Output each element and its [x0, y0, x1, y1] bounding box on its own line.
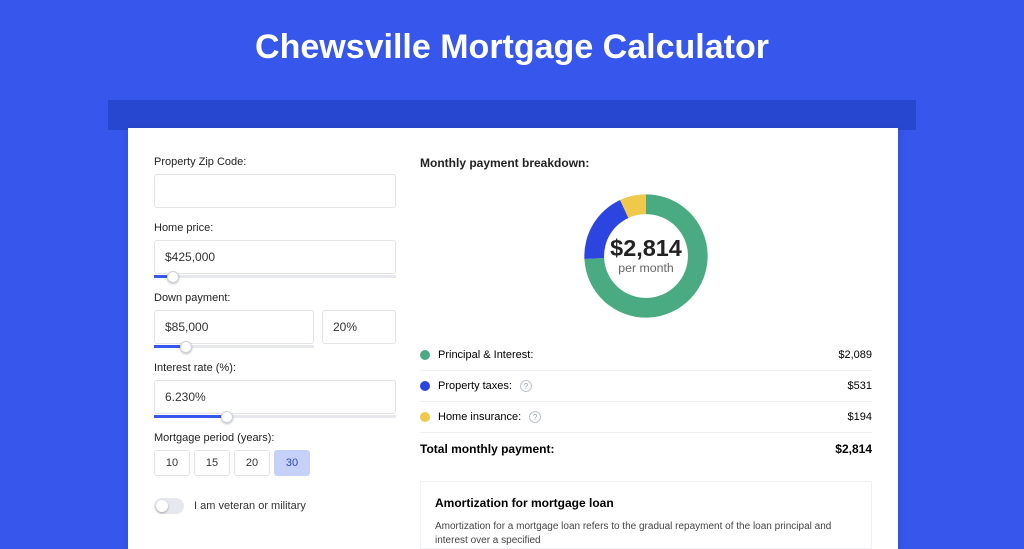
donut-center-amount: $2,814	[610, 235, 682, 261]
veteran-label: I am veteran or military	[194, 500, 306, 512]
slider-fill	[154, 415, 227, 418]
legend-value: $2,089	[838, 349, 872, 361]
legend-dot	[420, 350, 430, 360]
breakdown-column: Monthly payment breakdown: $2,814 per mo…	[420, 156, 872, 549]
legend-value: $194	[848, 411, 872, 423]
page-title: Chewsville Mortgage Calculator	[0, 0, 1024, 67]
amortization-card: Amortization for mortgage loan Amortizat…	[420, 481, 872, 549]
period-button-15[interactable]: 15	[194, 450, 230, 476]
total-row: Total monthly payment: $2,814	[420, 432, 872, 465]
breakdown-title: Monthly payment breakdown:	[420, 156, 872, 170]
total-label: Total monthly payment:	[420, 442, 554, 456]
slider-thumb[interactable]	[167, 271, 179, 283]
info-icon[interactable]: ?	[520, 380, 532, 392]
legend-label: Home insurance:	[438, 411, 521, 423]
zip-label: Property Zip Code:	[154, 156, 396, 168]
period-row: 10152030	[154, 450, 396, 476]
legend-label: Principal & Interest:	[438, 349, 533, 361]
donut-chart: $2,814 per month	[420, 182, 872, 330]
calculator-card: Property Zip Code: Home price: Down paym…	[128, 128, 898, 549]
slider-thumb[interactable]	[180, 341, 192, 353]
down-payment-input[interactable]	[154, 310, 314, 344]
down-payment-percent-input[interactable]	[322, 310, 396, 344]
legend: Principal & Interest: $2,089 Property taxe…	[420, 340, 872, 432]
legend-row: Home insurance:? $194	[420, 401, 872, 432]
slider-thumb[interactable]	[221, 411, 233, 423]
zip-input[interactable]	[154, 174, 396, 208]
total-value: $2,814	[835, 442, 872, 456]
home-price-label: Home price:	[154, 222, 396, 234]
period-button-20[interactable]: 20	[234, 450, 270, 476]
legend-label: Property taxes:	[438, 380, 512, 392]
amortization-title: Amortization for mortgage loan	[435, 496, 857, 510]
legend-row: Property taxes:? $531	[420, 370, 872, 401]
home-price-input[interactable]	[154, 240, 396, 274]
home-price-slider[interactable]	[154, 275, 396, 278]
legend-row: Principal & Interest: $2,089	[420, 340, 872, 370]
legend-value: $531	[848, 380, 872, 392]
interest-rate-input[interactable]	[154, 380, 396, 414]
amortization-body: Amortization for a mortgage loan refers …	[435, 520, 857, 548]
legend-dot	[420, 412, 430, 422]
period-button-10[interactable]: 10	[154, 450, 190, 476]
donut-center-sublabel: per month	[618, 261, 674, 275]
down-payment-label: Down payment:	[154, 292, 396, 304]
form-column: Property Zip Code: Home price: Down paym…	[154, 156, 396, 549]
period-label: Mortgage period (years):	[154, 432, 396, 444]
period-button-30[interactable]: 30	[274, 450, 310, 476]
header-stripe	[108, 100, 916, 130]
legend-dot	[420, 381, 430, 391]
interest-rate-label: Interest rate (%):	[154, 362, 396, 374]
info-icon[interactable]: ?	[529, 411, 541, 423]
